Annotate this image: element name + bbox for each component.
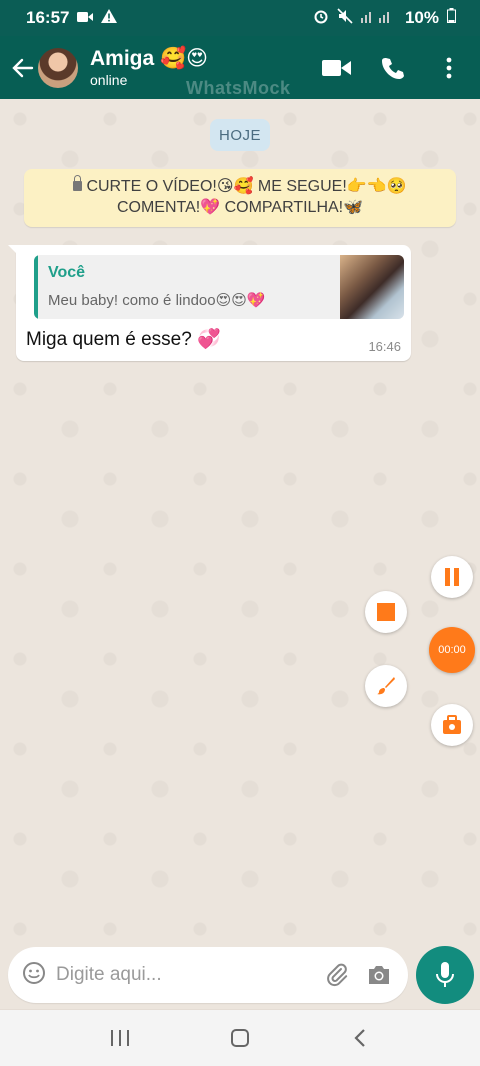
battery-icon [447,8,456,28]
video-camera-icon [77,8,94,28]
quote-bar [34,255,38,319]
camera-icon[interactable] [364,960,394,990]
date-chip: HOJE [210,119,270,151]
chat-area[interactable]: HOJE CURTE O VÍDEO!😘🥰 ME SEGUE!👉👈🥺 COMEN… [0,99,480,1009]
more-options-icon[interactable] [434,53,464,83]
warning-icon [101,8,118,28]
status-bar: 16:57 10% [0,0,480,36]
system-notice: CURTE O VÍDEO!😘🥰 ME SEGUE!👉👈🥺 COMENTA!💖 … [24,169,456,227]
battery-percent: 10% [404,8,439,27]
message-input[interactable]: Digite aqui... [8,947,408,1003]
emoji-icon[interactable] [22,961,46,990]
quoted-thumbnail [340,255,404,319]
quoted-text: Meu baby! como é lindoo😍😍💖 [48,292,266,309]
mute-icon [337,7,353,29]
alarm-icon [313,8,329,29]
avatar[interactable] [38,47,78,88]
notice-line-2: COMENTA!💖 COMPARTILHA!🦋 [116,199,364,216]
system-nav-bar [0,1010,480,1066]
contact-name: Amiga 🥰😍 [90,46,209,70]
watermark: WhatsMock [186,78,291,98]
mic-button[interactable] [416,946,474,1004]
input-placeholder: Digite aqui... [56,964,162,985]
recording-timer[interactable]: 00:00 [429,627,475,673]
home-icon[interactable] [220,1018,260,1058]
message-time: 16:46 [368,339,401,354]
back-nav-icon[interactable] [340,1018,380,1058]
quoted-author: Você [48,264,86,281]
notice-line-1: CURTE O VÍDEO!😘🥰 ME SEGUE!👉👈🥺 [86,178,407,195]
video-call-icon[interactable] [322,53,352,83]
attach-icon[interactable] [322,960,352,990]
phone-icon[interactable] [378,53,408,83]
quoted-message[interactable]: Você Meu baby! como é lindoo😍😍💖 [34,255,404,319]
lock-icon [73,175,83,191]
message-text: Miga quem é esse? 💞 [26,329,221,350]
chat-header: Amiga 🥰😍 online WhatsMock [0,36,480,99]
signal-icon [360,8,397,28]
status-time: 16:57 [26,8,70,27]
brush-button[interactable] [365,665,407,707]
back-arrow-icon[interactable] [6,51,40,85]
composer: Digite aqui... [0,938,480,1010]
toolbox-button[interactable] [431,704,473,746]
recent-apps-icon[interactable] [100,1018,140,1058]
pause-button[interactable] [431,556,473,598]
incoming-message[interactable]: Você Meu baby! como é lindoo😍😍💖 Miga que… [8,245,411,361]
stop-button[interactable] [365,591,407,633]
